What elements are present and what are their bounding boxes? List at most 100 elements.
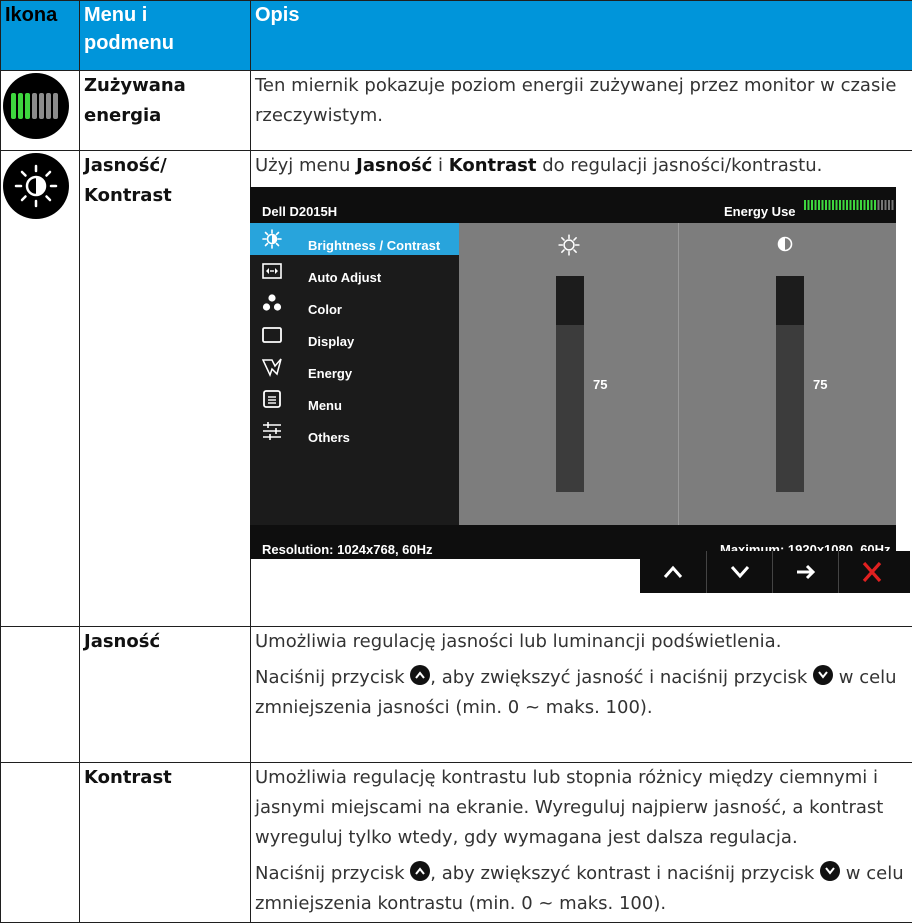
brightness-empty-icon-cell — [1, 627, 80, 763]
menu-icon — [262, 389, 282, 409]
table-header-row: Ikona Menu ipodmenu Opis — [1, 1, 912, 71]
brightness-value: 75 — [593, 370, 607, 400]
contrast-empty-icon-cell — [1, 763, 80, 923]
energy-bar — [871, 200, 873, 210]
brightness-icon — [262, 229, 282, 249]
energy-description: Ten miernik pokazuje poziom energii zuży… — [251, 71, 912, 151]
energy-bar — [850, 200, 852, 210]
energy-use-meter — [804, 198, 896, 212]
header-description: Opis — [251, 1, 912, 71]
right-button[interactable] — [772, 551, 838, 593]
brightness-p2-pre: Naciśnij przycisk — [255, 667, 410, 688]
energy-bar — [839, 200, 841, 210]
bc-desc-bold-brightness: Jasność — [356, 155, 432, 176]
bc-menu-line1: Jasność/ — [84, 151, 246, 181]
osd-menu-panel: Brightness / Contrast Auto Adjust Color … — [250, 223, 459, 525]
energy-bar — [857, 200, 859, 210]
energy-bar — [804, 200, 806, 210]
brightness-slider[interactable] — [556, 276, 584, 492]
energy-menu-line1: Zużywana — [84, 71, 246, 101]
brightness-desc-cell: Umożliwia regulację jasności lub luminan… — [251, 627, 912, 763]
down-button-icon — [820, 861, 840, 881]
table-row-contrast: Kontrast Umożliwia regulację kontrastu l… — [1, 763, 912, 923]
up-button-icon — [410, 665, 430, 685]
energy-bar — [843, 200, 845, 210]
header-menu: Menu ipodmenu — [80, 1, 251, 71]
energy-bar — [822, 200, 824, 210]
others-icon — [262, 421, 282, 441]
up-arrow-icon — [662, 562, 684, 582]
osd-menu-item-menu[interactable]: Menu — [250, 383, 459, 415]
bc-desc-pre: Użyj menu — [255, 155, 356, 176]
energy-bar — [808, 200, 810, 210]
energy-bar — [853, 200, 855, 210]
brightness-menu-cell: Jasność — [80, 627, 251, 763]
osd-top-bar: Dell D2015H Energy Use — [250, 187, 896, 223]
contrast-slider[interactable] — [776, 276, 804, 492]
contrast-icon — [777, 236, 793, 252]
brightness-menu-label: Jasność — [84, 627, 246, 657]
energy-menu-line2: energia — [84, 101, 246, 131]
table-row-brightness-contrast: Jasność/ Kontrast Użyj menu Jasność i Ko… — [1, 151, 912, 627]
brightness-p1: Umożliwia regulację jasności lub luminan… — [255, 627, 908, 663]
osd-contrast-panel: 75 — [678, 223, 896, 525]
brightness-contrast-desc-cell: Użyj menu Jasność i Kontrast do regulacj… — [251, 151, 912, 627]
bc-desc-bold-contrast: Kontrast — [449, 155, 537, 176]
osd-brightness-panel: 75 — [459, 223, 678, 525]
brightness-icon-cell — [1, 151, 80, 627]
down-arrow-icon — [729, 562, 751, 582]
up-button[interactable] — [640, 551, 706, 593]
energy-bar — [867, 200, 869, 210]
auto-adjust-icon — [262, 261, 282, 281]
energy-bar — [811, 200, 813, 210]
osd-menu-label: Others — [308, 423, 350, 453]
close-button[interactable] — [838, 551, 904, 593]
contrast-value: 75 — [813, 370, 827, 400]
display-icon — [262, 325, 282, 345]
osd-menu-item-brightness-contrast[interactable]: Brightness / Contrast — [250, 223, 459, 255]
bc-desc-mid: i — [432, 155, 448, 176]
contrast-p2-pre: Naciśnij przycisk — [255, 863, 410, 884]
energy-bar — [878, 200, 880, 210]
energy-bar — [829, 200, 831, 210]
osd-menu-item-others[interactable]: Others — [250, 415, 459, 447]
header-icon: Ikona — [1, 1, 80, 71]
brightness-contrast-icon — [3, 153, 69, 219]
energy-bar — [832, 200, 834, 210]
energy-bar — [892, 200, 894, 210]
energy-bar — [864, 200, 866, 210]
table-row-energy: Zużywana energia Ten miernik pokazuje po… — [1, 71, 912, 151]
energy-icon-cell — [1, 71, 80, 151]
contrast-menu-label: Kontrast — [84, 763, 246, 793]
energy-bar — [860, 200, 862, 210]
bc-desc-post: do regulacji jasności/kontrastu. — [537, 155, 823, 176]
energy-bar — [888, 200, 890, 210]
contrast-p2-mid: , aby zwiększyć kontrast i naciśnij przy… — [430, 863, 820, 884]
close-icon — [861, 562, 883, 582]
down-button-icon — [813, 665, 833, 685]
contrast-menu-cell: Kontrast — [80, 763, 251, 923]
osd-menu-item-display[interactable]: Display — [250, 319, 459, 351]
energy-bar — [818, 200, 820, 210]
bc-description: Użyj menu Jasność i Kontrast do regulacj… — [255, 151, 908, 181]
right-arrow-icon — [795, 562, 817, 582]
energy-meter-icon — [3, 73, 69, 139]
energy-bar — [885, 200, 887, 210]
energy-bar — [825, 200, 827, 210]
osd-menu-item-auto-adjust[interactable]: Auto Adjust — [250, 255, 459, 287]
osd-menu-item-energy[interactable]: Energy — [250, 351, 459, 383]
menu-table: Ikona Menu ipodmenu Opis Zużywana energi… — [0, 0, 912, 923]
table-row-brightness: Jasność Umożliwia regulację jasności lub… — [1, 627, 912, 763]
osd-nav-buttons — [640, 551, 910, 593]
osd-menu-item-color[interactable]: Color — [250, 287, 459, 319]
brightness-slider-track — [556, 276, 584, 325]
energy-bar — [836, 200, 838, 210]
energy-bar — [881, 200, 883, 210]
down-button[interactable] — [706, 551, 772, 593]
brightness-sun-icon — [558, 234, 580, 256]
brightness-p2-mid: , aby zwiększyć jasność i naciśnij przyc… — [430, 667, 813, 688]
energy-icon — [262, 357, 282, 377]
contrast-p2: Naciśnij przycisk , aby zwiększyć kontra… — [255, 859, 908, 919]
energy-menu-cell: Zużywana energia — [80, 71, 251, 151]
energy-bar — [874, 200, 876, 210]
